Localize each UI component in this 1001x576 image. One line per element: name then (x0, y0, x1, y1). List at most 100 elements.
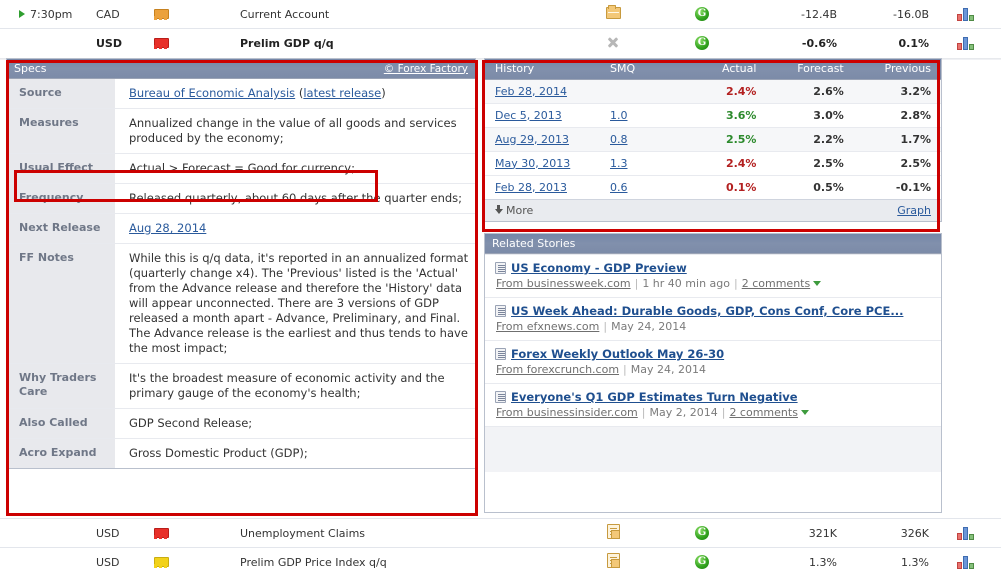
caret-down-icon[interactable] (813, 281, 822, 286)
history-row[interactable]: Dec 5, 2013 1.0 3.6% 3.0% 2.8% (485, 102, 941, 127)
g-alert-icon[interactable]: G (695, 36, 709, 50)
news-article-icon (495, 262, 506, 274)
history-row[interactable]: May 30, 2013 1.3 2.4% 2.5% 2.5% (485, 150, 941, 175)
calendar-row[interactable]: 7:30pm CAD Current Account G -12.4B -16.… (0, 0, 1001, 28)
story-source-link[interactable]: From businessweek.com (496, 277, 631, 290)
latest-release-link[interactable]: latest release (303, 86, 381, 100)
related-stories-title: Related Stories (492, 236, 576, 250)
spec-row: Why Traders Care It's the broadest measu… (7, 363, 475, 409)
alert-cell[interactable]: G (659, 36, 745, 50)
story-title-row: US Week Ahead: Durable Goods, GDP, Cons … (495, 304, 931, 318)
story-source-link[interactable]: From efxnews.com (496, 320, 599, 333)
story-source-link[interactable]: From businessinsider.com (496, 406, 638, 419)
caret-down-icon[interactable] (800, 410, 809, 415)
history-forecast: 2.6% (766, 78, 854, 103)
bar-chart-icon[interactable] (956, 555, 974, 569)
history-smq-link[interactable]: 1.0 (610, 109, 628, 122)
history-smq-cell[interactable] (600, 78, 695, 103)
col-history[interactable]: History (485, 59, 600, 80)
spec-value: Bureau of Economic Analysis (latest rele… (115, 79, 475, 109)
history-date-cell[interactable]: Dec 5, 2013 (485, 102, 600, 127)
bar-chart-icon[interactable] (956, 36, 974, 50)
story-item[interactable]: US Economy - GDP Preview From businesswe… (485, 254, 941, 297)
detail-cell[interactable] (567, 524, 659, 542)
history-smq-cell[interactable]: 0.6 (600, 174, 695, 199)
story-title-link[interactable]: US Economy - GDP Preview (511, 261, 687, 275)
history-date-link[interactable]: Dec 5, 2013 (495, 109, 562, 122)
history-date-cell[interactable]: May 30, 2013 (485, 150, 600, 175)
source-link[interactable]: Bureau of Economic Analysis (129, 86, 295, 100)
event-title[interactable]: Prelim GDP q/q (240, 37, 567, 50)
history-date-link[interactable]: Feb 28, 2014 (495, 85, 567, 98)
meta-separator: | (641, 406, 646, 419)
event-title[interactable]: Prelim GDP Price Index q/q (240, 556, 567, 569)
col-smq[interactable]: SMQ (600, 59, 695, 80)
graph-cell[interactable] (929, 555, 1001, 569)
play-icon (18, 9, 27, 19)
bar-chart-icon[interactable] (956, 526, 974, 540)
story-item[interactable]: US Week Ahead: Durable Goods, GDP, Cons … (485, 297, 941, 340)
story-title-link[interactable]: Everyone's Q1 GDP Estimates Turn Negativ… (511, 390, 798, 404)
calendar-row[interactable]: USD Prelim GDP Price Index q/q G 1.3% 1.… (0, 548, 1001, 576)
spec-value: Actual > Forecast = Good for currency; (115, 153, 475, 184)
forex-factory-copyright-link[interactable]: © Forex Factory (384, 59, 468, 79)
alert-cell[interactable]: G (659, 526, 745, 540)
col-previous[interactable]: Previous (853, 59, 941, 80)
graph-link[interactable]: Graph (897, 204, 931, 217)
story-item[interactable]: Everyone's Q1 GDP Estimates Turn Negativ… (485, 383, 941, 426)
story-comments-link[interactable]: 2 comments (742, 277, 811, 290)
document-icon[interactable] (606, 524, 620, 539)
history-date-link[interactable]: Feb 28, 2013 (495, 181, 567, 194)
graph-cell[interactable] (929, 7, 1001, 21)
story-item[interactable]: Forex Weekly Outlook May 26-30 From fore… (485, 340, 941, 383)
history-smq-link[interactable]: 0.6 (610, 181, 628, 194)
col-forecast[interactable]: Forecast (766, 59, 854, 80)
graph-cell[interactable] (929, 36, 1001, 50)
folder-icon[interactable] (605, 4, 621, 19)
detail-cell[interactable] (567, 553, 659, 571)
story-comments-link[interactable]: 2 comments (729, 406, 798, 419)
history-date-cell[interactable]: Feb 28, 2014 (485, 78, 600, 103)
history-smq-cell[interactable]: 1.0 (600, 102, 695, 127)
col-actual[interactable]: Actual (695, 59, 767, 80)
x-close-icon[interactable] (606, 35, 620, 49)
event-title[interactable]: Unemployment Claims (240, 527, 567, 540)
spec-value: Released quarterly, about 60 days after … (115, 183, 475, 214)
detail-cell[interactable] (567, 35, 659, 52)
history-date-cell[interactable]: Feb 28, 2013 (485, 174, 600, 199)
story-title-link[interactable]: Forex Weekly Outlook May 26-30 (511, 347, 724, 361)
graph-cell[interactable] (929, 526, 1001, 540)
history-smq-cell[interactable]: 0.8 (600, 126, 695, 151)
g-alert-icon[interactable]: G (695, 555, 709, 569)
history-smq-link[interactable]: 0.8 (610, 133, 628, 146)
g-alert-icon[interactable]: G (695, 7, 709, 21)
history-date-cell[interactable]: Aug 29, 2013 (485, 126, 600, 151)
calendar-row[interactable]: USD Unemployment Claims G 321K 326K (0, 519, 1001, 547)
bar-chart-icon[interactable] (956, 7, 974, 21)
g-alert-icon[interactable]: G (695, 526, 709, 540)
event-time-cell: 7:30pm (0, 8, 96, 21)
spec-value: GDP Second Release; (115, 408, 475, 439)
calendar-row-selected[interactable]: USD Prelim GDP q/q G -0.6% 0.1% (0, 29, 1001, 57)
event-title[interactable]: Current Account (240, 8, 567, 21)
history-date-link[interactable]: May 30, 2013 (495, 157, 570, 170)
history-smq-link[interactable]: 1.3 (610, 157, 628, 170)
more-button[interactable]: More (495, 204, 533, 217)
history-smq-cell[interactable]: 1.3 (600, 150, 695, 175)
detail-cell[interactable] (567, 4, 659, 22)
spec-row: FF Notes While this is q/q data, it's re… (7, 243, 475, 364)
spec-row-usual-effect: Usual Effect Actual > Forecast = Good fo… (7, 153, 475, 184)
document-icon[interactable] (606, 553, 620, 568)
history-row[interactable]: Aug 29, 2013 0.8 2.5% 2.2% 1.7% (485, 126, 941, 151)
alert-cell[interactable]: G (659, 555, 745, 569)
story-title-row: US Economy - GDP Preview (495, 261, 931, 275)
story-source-link[interactable]: From forexcrunch.com (496, 363, 619, 376)
next-release-link[interactable]: Aug 28, 2014 (129, 221, 206, 235)
spec-row: Measures Annualized change in the value … (7, 108, 475, 154)
history-row[interactable]: Feb 28, 2014 2.4% 2.6% 3.2% (485, 78, 941, 103)
story-title-link[interactable]: US Week Ahead: Durable Goods, GDP, Cons … (511, 304, 903, 318)
spec-value: It's the broadest measure of economic ac… (115, 363, 475, 409)
history-row[interactable]: Feb 28, 2013 0.6 0.1% 0.5% -0.1% (485, 174, 941, 199)
history-date-link[interactable]: Aug 29, 2013 (495, 133, 569, 146)
alert-cell[interactable]: G (659, 7, 745, 21)
